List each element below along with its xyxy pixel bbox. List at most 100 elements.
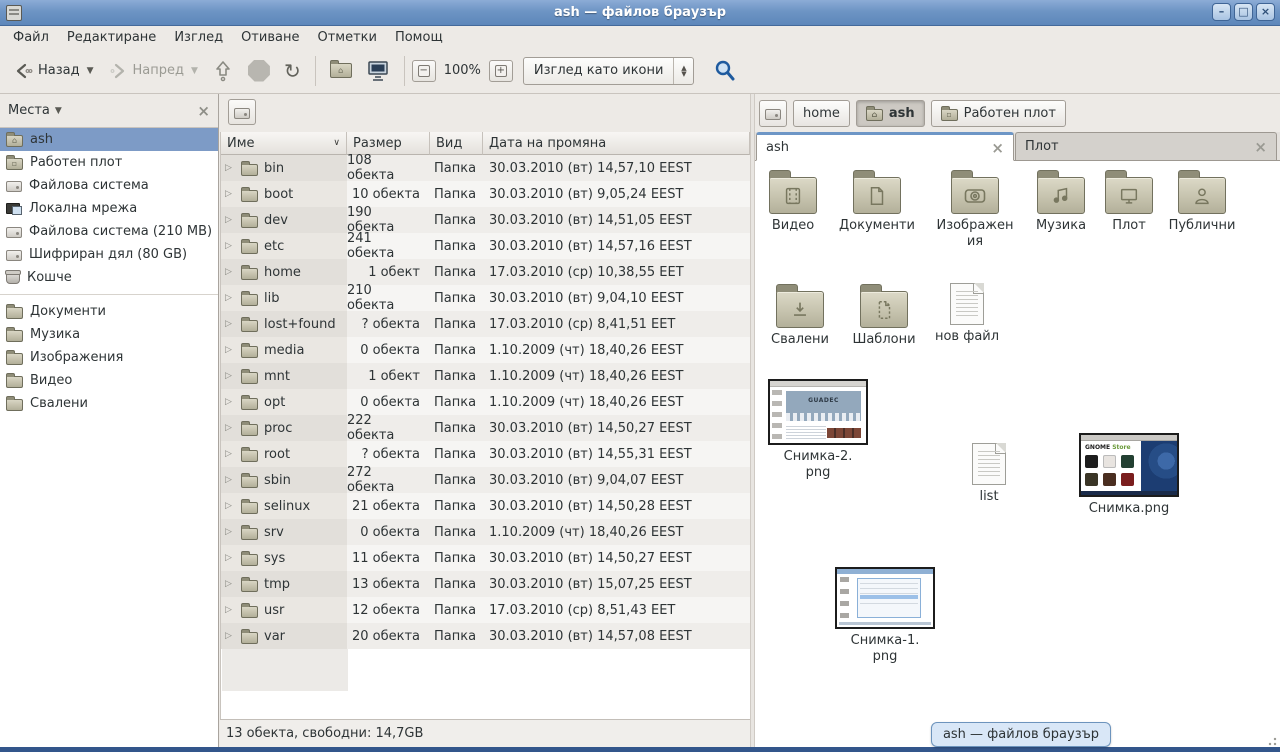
table-row[interactable]: ▷bin108 обектаПапка30.03.2010 (вт) 14,57… — [221, 155, 750, 181]
path-button-Работен плот[interactable]: ▫Работен плот — [931, 100, 1066, 127]
table-row[interactable]: ▷root? обектаПапка30.03.2010 (вт) 14,55,… — [221, 441, 750, 467]
sidebar-item-Файлова система[interactable]: Файлова система — [0, 174, 218, 197]
tab-close-icon[interactable]: × — [1254, 138, 1267, 156]
path-button-home[interactable]: home — [793, 100, 850, 127]
table-row[interactable]: ▷sbin272 обектаПапка30.03.2010 (вт) 9,04… — [221, 467, 750, 493]
sidebar-item-Видео[interactable]: Видео — [0, 369, 218, 392]
view-mode-spinner-icon[interactable]: ▲▼ — [673, 58, 693, 84]
expander-icon[interactable]: ▷ — [225, 527, 235, 537]
table-row[interactable]: ▷dev190 обектаПапка30.03.2010 (вт) 14,51… — [221, 207, 750, 233]
table-row[interactable]: ▷mnt1 обектПапка1.10.2009 (чт) 18,40,26 … — [221, 363, 750, 389]
table-row[interactable]: ▷home1 обектПапка17.03.2010 (ср) 10,38,5… — [221, 259, 750, 285]
table-row[interactable]: ▷lost+found? обектаПапка17.03.2010 (ср) … — [221, 311, 750, 337]
file-icon-Изображения[interactable]: Изображен ия — [929, 169, 1021, 251]
expander-icon[interactable]: ▷ — [225, 423, 235, 433]
path-button-ash[interactable]: ⌂ash — [856, 100, 925, 127]
home-button[interactable]: ⌂ — [323, 58, 359, 83]
expander-icon[interactable]: ▷ — [225, 345, 235, 355]
sidebar-close-icon[interactable]: × — [197, 102, 210, 120]
back-dropdown-icon[interactable]: ▼ — [87, 66, 94, 76]
root-path-button[interactable] — [228, 99, 256, 125]
path-button-root[interactable] — [759, 100, 787, 127]
table-row[interactable]: ▷opt0 обектаПапка1.10.2009 (чт) 18,40,26… — [221, 389, 750, 415]
file-icon-Плот[interactable]: Плот — [1094, 169, 1164, 234]
table-row[interactable]: ▷boot10 обектаПапка30.03.2010 (вт) 9,05,… — [221, 181, 750, 207]
expander-icon[interactable]: ▷ — [225, 501, 235, 511]
expander-icon[interactable]: ▷ — [225, 241, 235, 251]
sidebar-item-Файлова система (210 MB)[interactable]: Файлова система (210 MB) — [0, 220, 218, 243]
close-button[interactable]: × — [1256, 3, 1275, 21]
table-row[interactable]: ▷sys11 обектаПапка30.03.2010 (вт) 14,50,… — [221, 545, 750, 571]
view-mode-select[interactable]: Изглед като икони ▲▼ — [523, 57, 695, 85]
file-icon-Документи[interactable]: Документи — [835, 169, 919, 234]
sidebar-item-Музика[interactable]: Музика — [0, 323, 218, 346]
maximize-button[interactable]: □ — [1234, 3, 1253, 21]
column-header-Име[interactable]: Име∨ — [221, 132, 347, 155]
expander-icon[interactable]: ▷ — [225, 449, 235, 459]
column-header-Размер[interactable]: Размер — [347, 132, 430, 155]
tab-Плот[interactable]: Плот× — [1015, 132, 1277, 161]
expander-icon[interactable]: ▷ — [225, 553, 235, 563]
resize-grip[interactable] — [1266, 735, 1277, 746]
table-row[interactable]: ▷usr12 обектаПапка17.03.2010 (ср) 8,51,4… — [221, 597, 750, 623]
table-row[interactable]: ▷proc222 обектаПапка30.03.2010 (вт) 14,5… — [221, 415, 750, 441]
file-icon-list[interactable]: list — [947, 443, 1031, 505]
menu-item-4[interactable]: Отметки — [308, 28, 385, 47]
file-icon-Музика[interactable]: Музика — [1019, 169, 1103, 234]
sidebar-item-Шифриран дял (80 GB)[interactable]: Шифриран дял (80 GB) — [0, 243, 218, 266]
expander-icon[interactable]: ▷ — [225, 293, 235, 303]
file-icon-Свалени[interactable]: Свалени — [758, 283, 842, 348]
sidebar-item-ash[interactable]: ⌂ash — [0, 128, 218, 151]
forward-button[interactable]: Напред ▼ — [101, 56, 205, 86]
expander-icon[interactable]: ▷ — [225, 319, 235, 329]
table-row[interactable]: ▷srv0 обектаПапка1.10.2009 (чт) 18,40,26… — [221, 519, 750, 545]
icon-view[interactable]: ВидеоДокументиИзображен ияМузикаПлотПубл… — [755, 161, 1280, 747]
file-icon-Снимка-2.png[interactable]: GUADECСнимка-2. png — [762, 379, 874, 482]
sidebar-item-Кошче[interactable]: Кошче — [0, 266, 218, 289]
file-icon-Снимка-1.png[interactable]: Снимка-1. png — [829, 567, 941, 666]
computer-button[interactable] — [359, 55, 397, 87]
sidebar-item-Работен плот[interactable]: ▫Работен плот — [0, 151, 218, 174]
sidebar-item-Локална мрежа[interactable]: Локална мрежа — [0, 197, 218, 220]
minimize-button[interactable]: – — [1212, 3, 1231, 21]
expander-icon[interactable]: ▷ — [225, 631, 235, 641]
expander-icon[interactable]: ▷ — [225, 189, 235, 199]
expander-icon[interactable]: ▷ — [225, 215, 235, 225]
expander-icon[interactable]: ▷ — [225, 475, 235, 485]
table-row[interactable]: ▷etc241 обектаПапка30.03.2010 (вт) 14,57… — [221, 233, 750, 259]
zoom-out-button[interactable]: − — [412, 60, 436, 82]
file-icon-Видео[interactable]: Видео — [755, 169, 835, 234]
menu-item-0[interactable]: Файл — [4, 28, 58, 47]
menu-item-3[interactable]: Отиване — [232, 28, 308, 47]
menu-item-2[interactable]: Изглед — [165, 28, 232, 47]
expander-icon[interactable]: ▷ — [225, 163, 235, 173]
taskbar-window-button[interactable]: ash — файлов браузър — [931, 722, 1111, 747]
reload-button[interactable]: ↻ — [277, 56, 308, 86]
expander-icon[interactable]: ▷ — [225, 397, 235, 407]
table-row[interactable]: ▷var20 обектаПапка30.03.2010 (вт) 14,57,… — [221, 623, 750, 649]
sidebar-title-select[interactable]: Места ▼ — [8, 103, 62, 118]
tab-ash[interactable]: ash× — [756, 132, 1014, 161]
file-icon-Публични[interactable]: Публични — [1160, 169, 1244, 234]
stop-button[interactable] — [241, 55, 277, 87]
file-icon-нов файл[interactable]: нов файл — [925, 283, 1009, 345]
column-header-Вид[interactable]: Вид — [430, 132, 483, 155]
sidebar-item-Изображения[interactable]: Изображения — [0, 346, 218, 369]
table-row[interactable]: ▷media0 обектаПапка1.10.2009 (чт) 18,40,… — [221, 337, 750, 363]
back-button[interactable]: Назад ▼ — [6, 56, 101, 86]
expander-icon[interactable]: ▷ — [225, 605, 235, 615]
search-button[interactable] — [706, 54, 744, 88]
sidebar-item-Свалени[interactable]: Свалени — [0, 392, 218, 415]
file-icon-Снимка.png[interactable]: GNOME StoreСнимка.png — [1073, 433, 1185, 517]
zoom-in-button[interactable]: + — [489, 60, 513, 82]
column-header-Дата на промяна[interactable]: Дата на промяна — [483, 132, 750, 155]
file-icon-Шаблони[interactable]: Шаблони — [842, 283, 926, 348]
table-row[interactable]: ▷lib210 обектаПапка30.03.2010 (вт) 9,04,… — [221, 285, 750, 311]
sidebar-item-Документи[interactable]: Документи — [0, 300, 218, 323]
tab-close-icon[interactable]: × — [991, 139, 1004, 157]
menu-item-5[interactable]: Помощ — [386, 28, 452, 47]
expander-icon[interactable]: ▷ — [225, 371, 235, 381]
table-row[interactable]: ▷tmp13 обектаПапка30.03.2010 (вт) 15,07,… — [221, 571, 750, 597]
menu-item-1[interactable]: Редактиране — [58, 28, 165, 47]
up-button[interactable] — [205, 54, 241, 88]
